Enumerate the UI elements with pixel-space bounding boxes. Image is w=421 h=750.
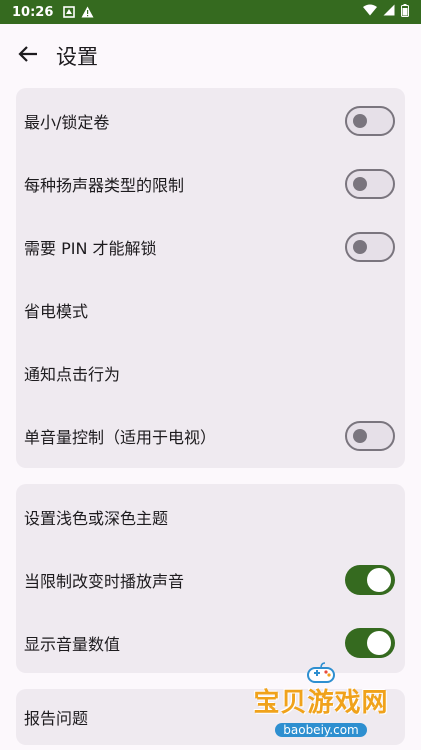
- gamepad-icon: [306, 662, 336, 688]
- setting-row-pin-unlock[interactable]: 需要 PIN 才能解锁: [16, 215, 405, 278]
- watermark: 宝贝游戏网 baobeiy.com: [246, 660, 396, 740]
- page-title: 设置: [56, 45, 98, 69]
- status-time: 10:26: [12, 4, 54, 20]
- warning-icon: [81, 6, 94, 18]
- setting-label: 当限制改变时播放声音: [24, 571, 185, 591]
- app-bar: 设置: [0, 24, 421, 88]
- settings-card-general: 最小/锁定卷 每种扬声器类型的限制 需要 PIN 才能解锁 省电模式 通知点击行…: [16, 88, 405, 468]
- setting-label: 省电模式: [24, 301, 89, 321]
- setting-row-speaker-limit[interactable]: 每种扬声器类型的限制: [16, 152, 405, 215]
- toggle-switch[interactable]: [345, 168, 395, 199]
- watermark-url: baobeiy.com: [275, 723, 367, 737]
- toggle-knob: [353, 428, 367, 443]
- toggle-knob: [367, 567, 391, 592]
- toggle-knob: [367, 630, 391, 655]
- toggle-switch[interactable]: [345, 105, 395, 136]
- arrow-left-icon: [18, 45, 38, 67]
- setting-row-min-lock-volume[interactable]: 最小/锁定卷: [16, 89, 405, 152]
- wifi-icon: [363, 4, 377, 20]
- setting-row-limit-sound[interactable]: 当限制改变时播放声音: [16, 548, 405, 611]
- setting-row-notification-click[interactable]: 通知点击行为: [16, 341, 405, 404]
- setting-label: 每种扬声器类型的限制: [24, 175, 185, 195]
- setting-label: 设置浅色或深色主题: [24, 508, 169, 528]
- notification-icon: [63, 6, 76, 18]
- status-bar: 10:26: [0, 0, 421, 24]
- toggle-switch[interactable]: [345, 420, 395, 451]
- setting-row-theme[interactable]: 设置浅色或深色主题: [16, 485, 405, 548]
- setting-label: 通知点击行为: [24, 364, 121, 384]
- toggle-switch[interactable]: [345, 627, 395, 658]
- back-button[interactable]: [14, 42, 42, 70]
- setting-label: 最小/锁定卷: [24, 112, 110, 132]
- settings-card-appearance: 设置浅色或深色主题 当限制改变时播放声音 显示音量数值: [16, 484, 405, 673]
- toggle-knob: [353, 113, 367, 128]
- setting-label: 单音量控制（适用于电视）: [24, 427, 217, 447]
- setting-label: 需要 PIN 才能解锁: [24, 238, 157, 258]
- toggle-switch[interactable]: [345, 231, 395, 262]
- battery-icon: [401, 3, 409, 21]
- toggle-knob: [353, 239, 367, 254]
- setting-row-power-saving[interactable]: 省电模式: [16, 278, 405, 341]
- setting-label: 显示音量数值: [24, 634, 121, 654]
- setting-row-single-volume-tv[interactable]: 单音量控制（适用于电视）: [16, 404, 405, 467]
- cellular-icon: [383, 4, 395, 20]
- toggle-knob: [353, 176, 367, 191]
- toggle-switch[interactable]: [345, 564, 395, 595]
